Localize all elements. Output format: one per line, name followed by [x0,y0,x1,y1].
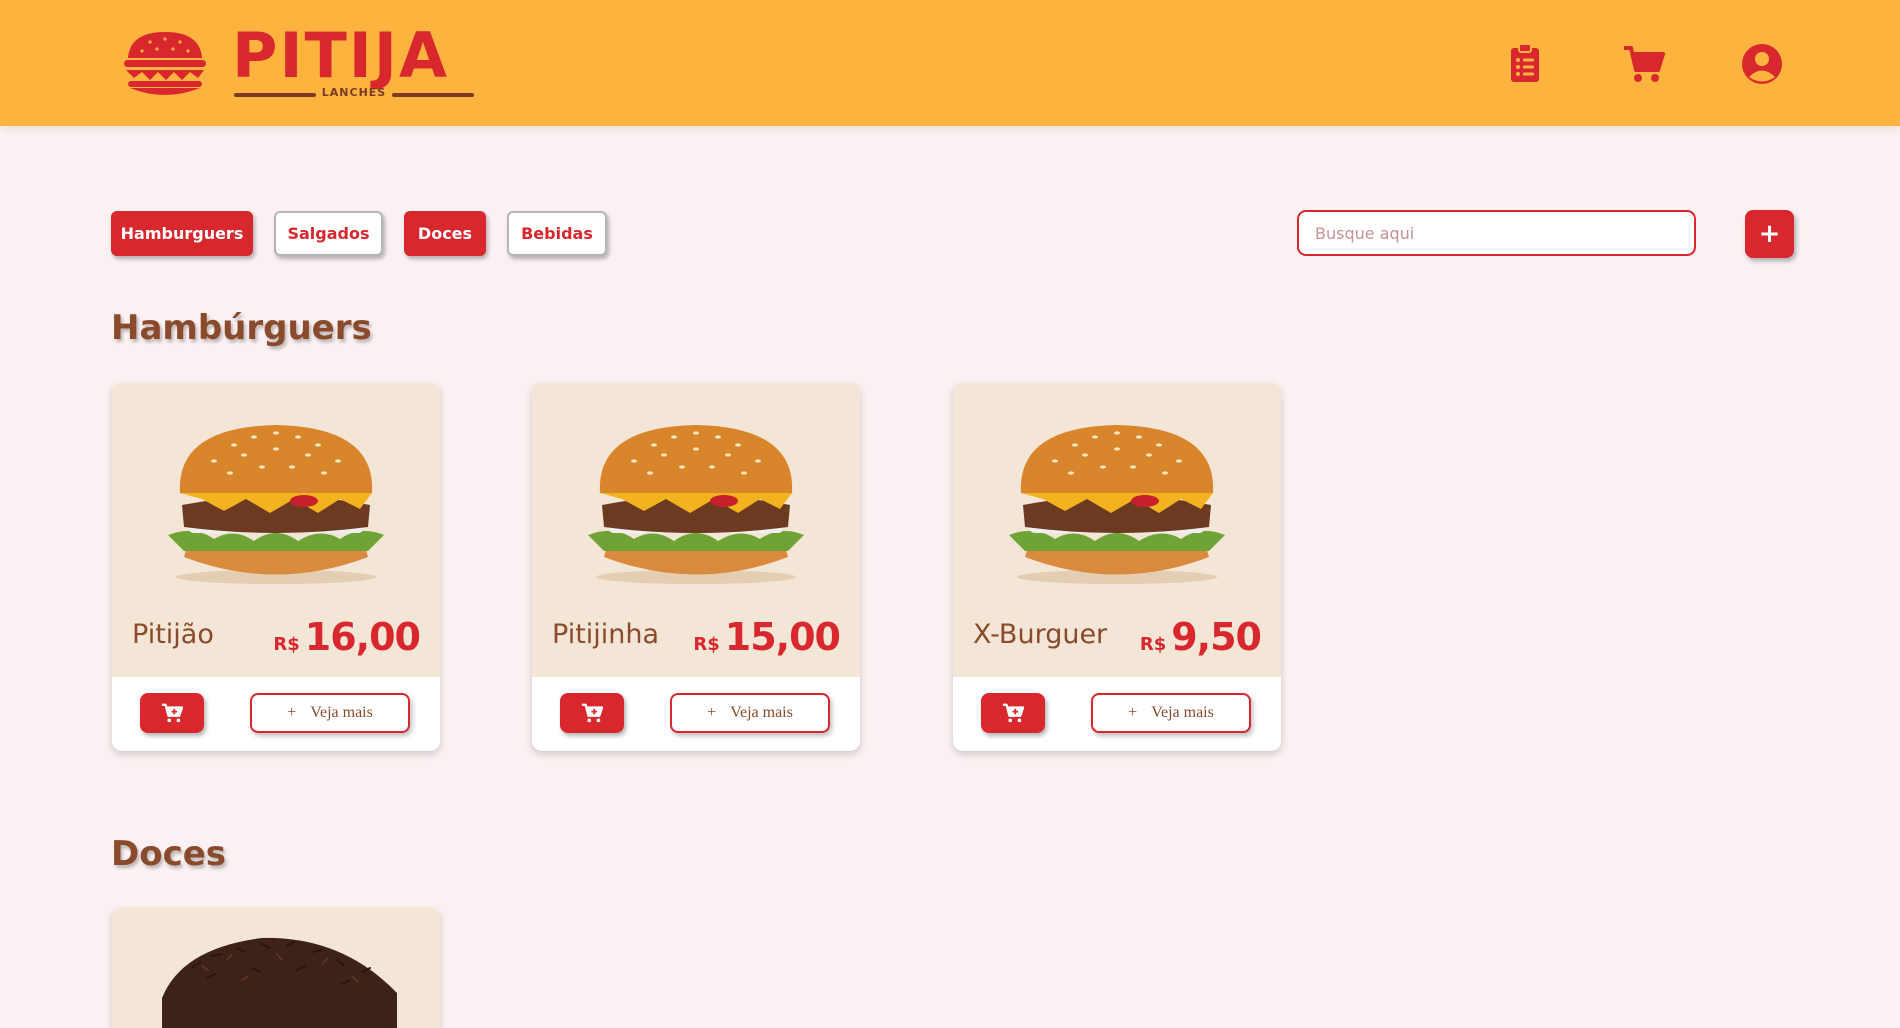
product-card: Pitijinha R$ 15,00 + Veja mais [532,383,860,751]
add-to-cart-button[interactable] [560,693,624,733]
cart-button[interactable] [1622,42,1666,86]
section-title-hamburguers: Hambúrguers [111,308,372,348]
product-card [112,908,440,1028]
brand-subtitle: LANCHES [321,86,387,99]
cart-plus-icon [161,703,183,723]
cart-icon [1624,46,1665,82]
price-value: 9,50 [1171,615,1262,659]
logo-divider-left [234,93,316,97]
top-header: PITIJA LANCHES [0,0,1900,126]
see-more-label: Veja mais [1151,704,1214,721]
add-to-cart-button[interactable] [981,693,1045,733]
category-bebidas[interactable]: Bebidas [507,211,607,256]
orders-button[interactable] [1503,42,1547,86]
section-title-doces: Doces [111,834,227,874]
brand-subtitle-row: LANCHES [234,86,474,102]
see-more-button[interactable]: + Veja mais [1091,693,1251,733]
add-to-cart-button[interactable] [140,693,204,733]
price-value: 15,00 [724,615,841,659]
burger-logo-icon [124,32,206,95]
price-currency: R$ [1139,634,1167,655]
add-button[interactable]: + [1745,210,1794,258]
cart-plus-icon [581,703,603,723]
see-more-label: Veja mais [730,704,793,721]
product-card: Pitijão R$ 16,00 + Veja mais [112,383,440,751]
product-card: X-Burguer R$ 9,50 + Veja mais [953,383,1281,751]
product-price: R$ 15,00 [693,615,841,659]
see-more-button[interactable]: + Veja mais [250,693,410,733]
user-circle-icon [1742,44,1782,84]
category-hamburguers[interactable]: Hamburguers [111,211,253,256]
clipboard-list-icon [1511,43,1539,82]
product-card-top: X-Burguer R$ 9,50 [953,383,1281,677]
product-price: R$ 9,50 [1139,615,1262,659]
profile-button[interactable] [1740,42,1784,86]
product-name: Pitijinha [552,619,660,650]
product-name: X-Burguer [973,619,1108,650]
see-more-label: Veja mais [310,704,373,721]
cake-image [162,937,397,1028]
plus-icon: + [1128,704,1138,721]
product-name: Pitijão [132,619,214,650]
price-currency: R$ [273,634,300,655]
burger-image [1009,425,1225,584]
logo-divider-right [392,93,474,97]
plus-icon: + [287,704,297,721]
product-card-top: Pitijinha R$ 15,00 [532,383,860,677]
brand-name: PITIJA [232,19,449,92]
brand-logo[interactable]: PITIJA LANCHES [120,20,480,102]
see-more-button[interactable]: + Veja mais [670,693,830,733]
burger-image [168,425,384,584]
plus-icon: + [707,704,717,721]
category-salgados[interactable]: Salgados [274,211,383,256]
burger-image [588,425,804,584]
category-doces[interactable]: Doces [404,211,486,256]
product-card-top: Pitijão R$ 16,00 [112,383,440,677]
search-input[interactable] [1297,210,1696,256]
cart-plus-icon [1002,703,1024,723]
product-price: R$ 16,00 [273,615,421,659]
price-currency: R$ [693,634,720,655]
price-value: 16,00 [304,615,421,659]
